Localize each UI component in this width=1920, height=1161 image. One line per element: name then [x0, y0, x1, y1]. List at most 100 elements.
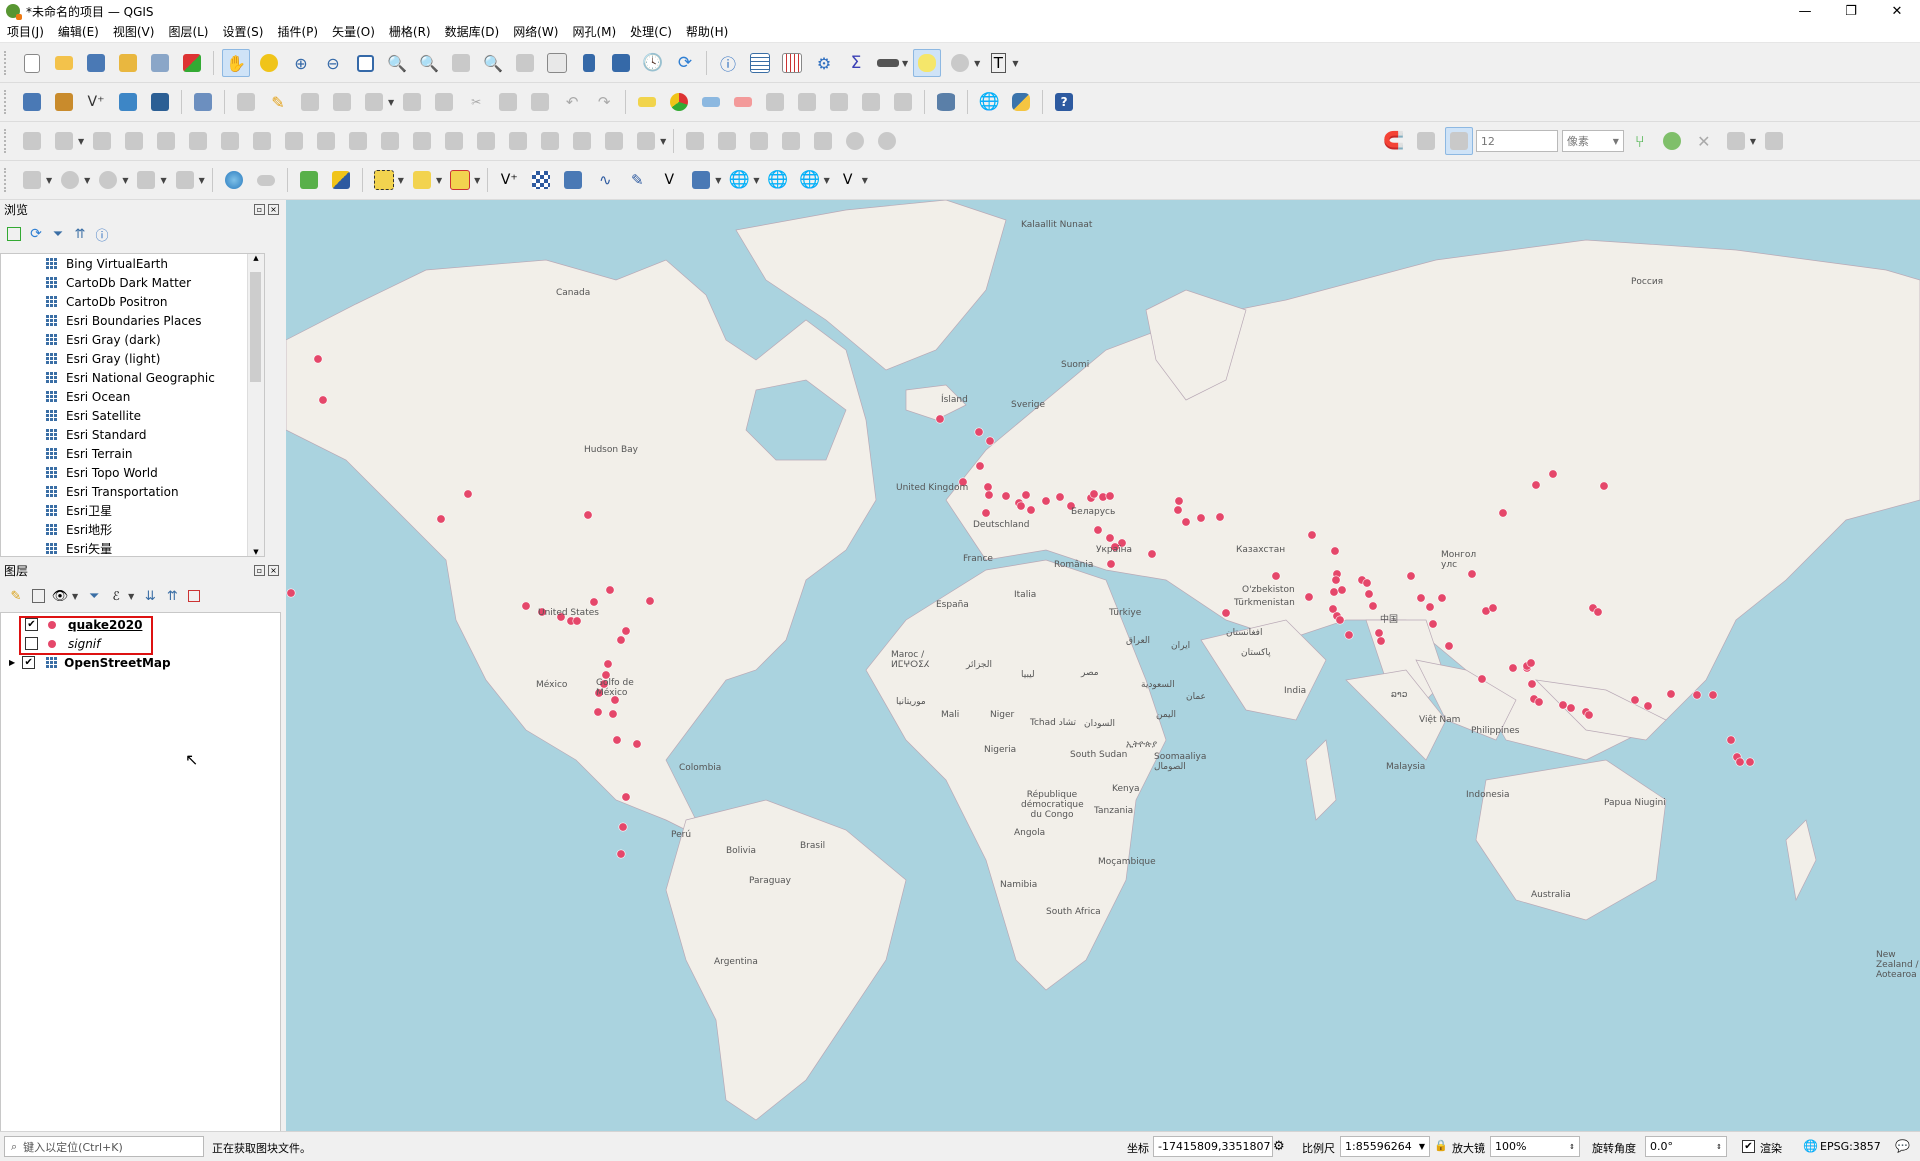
quake-point[interactable] — [1093, 525, 1103, 535]
browser-item[interactable]: Esri Boundaries Places — [1, 311, 264, 330]
quake-point[interactable] — [1428, 619, 1438, 629]
quake-point[interactable] — [1374, 628, 1384, 638]
vector-plugin-icon[interactable]: V — [835, 167, 861, 193]
menu-processing[interactable]: 处理(C) — [623, 22, 679, 42]
undo-icon[interactable]: ↶ — [559, 89, 585, 115]
quake-point[interactable] — [1368, 601, 1378, 611]
quake-point[interactable] — [1488, 603, 1498, 613]
snap-layer-icon[interactable] — [1413, 128, 1439, 154]
paste-features-icon[interactable] — [527, 89, 553, 115]
quake-point[interactable] — [1584, 710, 1594, 720]
rotation-spin-icon[interactable]: ⇕ — [1716, 1143, 1722, 1151]
menu-mesh[interactable]: 网孔(M) — [565, 22, 623, 42]
refresh-icon[interactable]: ⟳ — [672, 50, 698, 76]
grid-tool-icon[interactable] — [528, 167, 554, 193]
maximize-button[interactable]: ❐ — [1828, 0, 1874, 22]
snap-unit-select[interactable]: 像素 ▼ — [1561, 130, 1624, 152]
menu-database[interactable]: 数据库(D) — [438, 22, 507, 42]
quake-point[interactable] — [1174, 496, 1184, 506]
zoom-last-icon[interactable]: 🔍 — [480, 50, 506, 76]
quake-point[interactable] — [1548, 469, 1558, 479]
select-features-icon[interactable] — [371, 167, 397, 193]
snap-topology-icon[interactable]: ⑂ — [1627, 128, 1653, 154]
quake-point[interactable] — [984, 490, 994, 500]
quake-point[interactable] — [1221, 608, 1231, 618]
quake-point[interactable] — [436, 514, 446, 524]
diagram-tool-icon[interactable] — [666, 89, 692, 115]
simplify-feature-icon[interactable] — [185, 128, 211, 154]
field-calculator-icon[interactable] — [779, 50, 805, 76]
minimize-button[interactable]: — — [1782, 0, 1828, 22]
reshape-icon[interactable] — [377, 128, 403, 154]
circle-tool-icon[interactable] — [57, 167, 83, 193]
quake-point[interactable] — [1527, 679, 1537, 689]
metasearch-icon[interactable]: 🌐 — [976, 89, 1002, 115]
raster-calc-icon[interactable] — [746, 128, 772, 154]
map-tips-icon[interactable] — [913, 49, 942, 77]
quake-point[interactable] — [616, 635, 626, 645]
quake-point[interactable] — [1467, 569, 1477, 579]
crs-label[interactable]: EPSG:3857 — [1820, 1140, 1881, 1153]
new-map-view-icon[interactable] — [544, 50, 570, 76]
quake-point[interactable] — [1307, 530, 1317, 540]
quake-point[interactable] — [1105, 491, 1115, 501]
quake-point[interactable] — [605, 585, 615, 595]
open-project-icon[interactable] — [51, 50, 77, 76]
quake-point[interactable] — [1001, 491, 1011, 501]
toolbar-grip[interactable] — [4, 90, 10, 114]
quake-point[interactable] — [1708, 690, 1718, 700]
merge-features-icon[interactable] — [505, 128, 531, 154]
show-bookmarks-icon[interactable] — [608, 50, 634, 76]
quake-point[interactable] — [1329, 587, 1339, 597]
statistical-summary-icon[interactable]: Σ — [843, 50, 869, 76]
quake-point[interactable] — [632, 739, 642, 749]
magnifier-spin-icon[interactable]: ⇕ — [1569, 1143, 1575, 1151]
stream-dropdown-icon[interactable]: ▼ — [78, 137, 84, 146]
cloud-icon[interactable] — [253, 167, 279, 193]
refresh-browser-icon[interactable]: ⟳ — [28, 226, 44, 242]
rotate-symbols-icon[interactable] — [569, 128, 595, 154]
ellipse-tool-icon[interactable] — [95, 167, 121, 193]
snap-self-icon[interactable] — [1761, 128, 1787, 154]
annotation-dropdown-icon[interactable]: ▼ — [974, 59, 980, 68]
quake-point[interactable] — [645, 596, 655, 606]
add-vector-icon[interactable] — [190, 89, 216, 115]
coordinate-field[interactable]: -17415809,3351807 — [1153, 1136, 1273, 1157]
quake-point[interactable] — [616, 849, 626, 859]
quake-point[interactable] — [1089, 489, 1099, 499]
quake-point[interactable] — [1147, 549, 1157, 559]
georef-icon[interactable] — [714, 128, 740, 154]
properties-icon[interactable]: ⓘ — [94, 226, 110, 244]
quake-point[interactable] — [612, 735, 622, 745]
quake-point[interactable] — [975, 461, 985, 471]
quake-point[interactable] — [1726, 735, 1736, 745]
browser-item[interactable]: Esri Gray (dark) — [1, 330, 264, 349]
wcs-dropdown-icon[interactable]: ▼ — [824, 176, 830, 185]
locator-search-icon[interactable] — [296, 167, 322, 193]
label-tool-icon[interactable] — [634, 89, 660, 115]
browser-item[interactable]: Esri Transportation — [1, 482, 264, 501]
snap-type-icon[interactable] — [1444, 127, 1473, 155]
rectangle-tool-icon[interactable] — [133, 167, 159, 193]
shape-ellipse-icon[interactable] — [874, 128, 900, 154]
style-panel-icon[interactable]: ✎ — [8, 588, 24, 604]
modify-attributes-icon[interactable] — [399, 89, 425, 115]
snap-intersection-icon[interactable] — [1659, 128, 1685, 154]
quickosm-icon[interactable] — [328, 167, 354, 193]
new-bookmark-icon[interactable] — [576, 50, 602, 76]
quake-point[interactable] — [572, 616, 582, 626]
magnifier-field[interactable]: 100% ⇕ — [1490, 1136, 1580, 1157]
add-ring-icon[interactable] — [217, 128, 243, 154]
measure-dropdown-icon[interactable]: ▼ — [902, 59, 908, 68]
measure-icon[interactable] — [875, 50, 901, 76]
quake-point[interactable] — [1735, 757, 1745, 767]
quake-point[interactable] — [621, 626, 631, 636]
menu-plugins[interactable]: 插件(P) — [270, 22, 325, 42]
ellipse-dropdown-icon[interactable]: ▼ — [122, 176, 128, 185]
python-console-icon[interactable] — [1008, 89, 1034, 115]
zoom-layer-icon[interactable]: 🔍 — [416, 50, 442, 76]
select-by-value-icon[interactable] — [409, 167, 435, 193]
snapping-magnet-icon[interactable]: 🧲 — [1381, 128, 1407, 154]
scale-feature-icon[interactable] — [153, 128, 179, 154]
menu-project[interactable]: 项目(J) — [0, 22, 51, 42]
